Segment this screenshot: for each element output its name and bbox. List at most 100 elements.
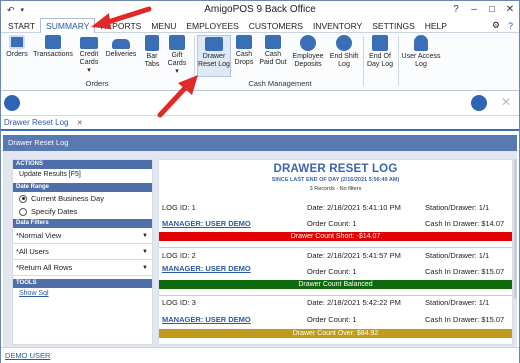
cash-paid-out-button[interactable]: Cash Paid Out [259, 35, 287, 67]
status-bar: DEMO USER [1, 347, 519, 363]
view-dropdown[interactable]: *Normal View ▼ [13, 228, 152, 244]
chevron-down-icon: ▼ [142, 232, 148, 239]
deliveries-button[interactable]: Deliveries [104, 35, 138, 59]
radio-button-icon[interactable] [19, 207, 27, 216]
log-id: LOG ID: 2 [162, 251, 196, 260]
chevron-down-icon: ▼ [142, 248, 148, 255]
panel-header: Drawer Reset Log [3, 135, 517, 151]
window-title: AmigoPOS 9 Back Office [204, 4, 316, 15]
log-order-count: Order Count: 1 [307, 267, 357, 276]
end-shift-log-button[interactable]: End Shift Log [329, 35, 359, 69]
end-of-day-icon [372, 35, 388, 51]
cash-drops-button[interactable]: Cash Drops [233, 35, 255, 67]
log-id: LOG ID: 1 [162, 203, 196, 212]
divider [159, 247, 512, 248]
chart-icon[interactable] [471, 95, 487, 111]
gift-icon [169, 35, 185, 50]
employee-deposits-button[interactable]: Employee Deposits [289, 35, 327, 69]
tab-start[interactable]: START [3, 19, 40, 33]
end-shift-icon [336, 35, 352, 51]
drawer-icon [205, 37, 223, 51]
log-user-link[interactable]: MANAGER: USER DEMO [162, 264, 251, 273]
car-icon [112, 39, 130, 49]
tab-drawer-reset-log[interactable]: Drawer Reset Log ✕ [4, 118, 83, 127]
update-results-action[interactable]: Update Results [F5] [13, 169, 152, 180]
menu-tabs: START SUMMARY REPORTS MENU EMPLOYEES CUS… [1, 18, 519, 33]
log-date: Date: 2/18/2021 5:41:10 PM [307, 203, 401, 212]
data-filters-section-title: Data Filters [13, 219, 152, 228]
radio-current-business-day[interactable]: Current Business Day [13, 192, 152, 205]
date-range-section-title: Date Range [13, 183, 152, 192]
tab-settings[interactable]: SETTINGS [367, 19, 420, 33]
bar-tabs-button[interactable]: Bar Tabs [141, 35, 163, 69]
drawer-reset-log-button[interactable]: Drawer Reset Log [197, 35, 231, 77]
menu-right-icons: ⚙ ? [492, 20, 519, 31]
gift-cards-button[interactable]: Gift Cards ▾ [165, 35, 189, 76]
ribbon: Orders Transactions Credit Cards ▾ Deliv… [1, 33, 519, 91]
user-access-log-button[interactable]: User Access Log [401, 35, 441, 69]
credit-card-icon [80, 37, 98, 49]
current-user-link[interactable]: DEMO USER [5, 351, 50, 360]
divider [159, 295, 512, 296]
report-title: DRAWER RESET LOG [273, 163, 398, 175]
log-station: Station/Drawer: 1/1 [425, 251, 490, 260]
end-of-day-log-button[interactable]: End Of Day Log [365, 35, 395, 69]
users-dropdown[interactable]: *All Users ▼ [13, 244, 152, 260]
action-toolbar: ✕ [1, 92, 519, 116]
orders-button[interactable]: Orders [5, 35, 29, 59]
window-controls: ? – □ ✕ [447, 1, 519, 19]
ribbon-separator [363, 36, 364, 86]
tab-customers[interactable]: CUSTOMERS [244, 19, 308, 33]
employee-deposit-icon [300, 35, 316, 51]
help-icon[interactable]: ? [508, 21, 513, 31]
title-bar: ↶ ▾ AmigoPOS 9 Back Office ? – □ ✕ [1, 1, 519, 19]
close-button[interactable]: ✕ [501, 1, 519, 19]
options-panel: ACTIONS Update Results [F5] Date Range C… [12, 159, 153, 345]
status-bar-short: Drawer Count Short: -$14.07 [159, 232, 512, 241]
chevron-down-icon: ▼ [142, 264, 148, 271]
rows-dropdown[interactable]: *Return All Rows ▼ [13, 260, 152, 276]
show-sql-link[interactable]: Show Sql [13, 288, 152, 300]
credit-cards-button[interactable]: Credit Cards ▾ [77, 35, 101, 75]
actions-section-title: ACTIONS [13, 160, 152, 169]
transactions-button[interactable]: Transactions [31, 35, 75, 59]
minimize-button[interactable]: – [465, 1, 483, 19]
orders-icon [9, 35, 25, 49]
log-order-count: Order Count: 1 [307, 219, 357, 228]
status-bar-balanced: Drawer Count Balanced [159, 280, 512, 289]
log-station: Station/Drawer: 1/1 [425, 203, 490, 212]
tab-summary[interactable]: SUMMARY [40, 18, 96, 33]
log-cash: Cash In Drawer: $15.07 [425, 315, 505, 324]
cash-drop-icon [236, 35, 252, 49]
maximize-button[interactable]: □ [483, 1, 501, 19]
content-area: ACTIONS Update Results [F5] Date Range C… [3, 151, 517, 347]
log-cash: Cash In Drawer: $14.07 [425, 219, 505, 228]
close-panel-icon[interactable]: ✕ [501, 95, 511, 109]
tab-help[interactable]: HELP [420, 19, 452, 33]
refresh-icon[interactable] [4, 95, 20, 111]
report-view: DRAWER RESET LOG SINCE LAST END OF DAY (… [158, 159, 513, 345]
log-date: Date: 2/18/2021 5:41:57 PM [307, 251, 401, 260]
bar-tabs-icon [145, 35, 159, 51]
cash-management-group-label: Cash Management [248, 79, 312, 88]
tab-employees[interactable]: EMPLOYEES [181, 19, 243, 33]
close-tab-icon[interactable]: ✕ [77, 120, 83, 127]
report-subtitle: SINCE LAST END OF DAY (2/16/2021 5:56:49… [271, 177, 400, 183]
radio-specify-dates[interactable]: Specify Dates [13, 205, 152, 218]
cash-paid-out-icon [265, 35, 281, 49]
app-window: ↶ ▾ AmigoPOS 9 Back Office ? – □ ✕ START… [0, 0, 520, 363]
help-button[interactable]: ? [447, 1, 465, 19]
log-station: Station/Drawer: 1/1 [425, 298, 490, 307]
document-tabs: Drawer Reset Log ✕ [1, 117, 519, 131]
status-bar-over: Drawer Count Over: $84.92 [159, 329, 512, 338]
scrollbar[interactable] [514, 159, 517, 299]
settings-icon[interactable]: ⚙ [492, 20, 500, 31]
user-access-icon [414, 35, 428, 51]
log-user-link[interactable]: MANAGER: USER DEMO [162, 219, 251, 228]
log-user-link[interactable]: MANAGER: USER DEMO [162, 315, 251, 324]
record-count: 3 Records - No filters [309, 186, 362, 192]
tools-section-title: TOOLS [13, 279, 152, 288]
radio-button-icon[interactable] [19, 194, 27, 203]
tab-inventory[interactable]: INVENTORY [308, 19, 367, 33]
annotation-arrow-icon [91, 6, 152, 29]
